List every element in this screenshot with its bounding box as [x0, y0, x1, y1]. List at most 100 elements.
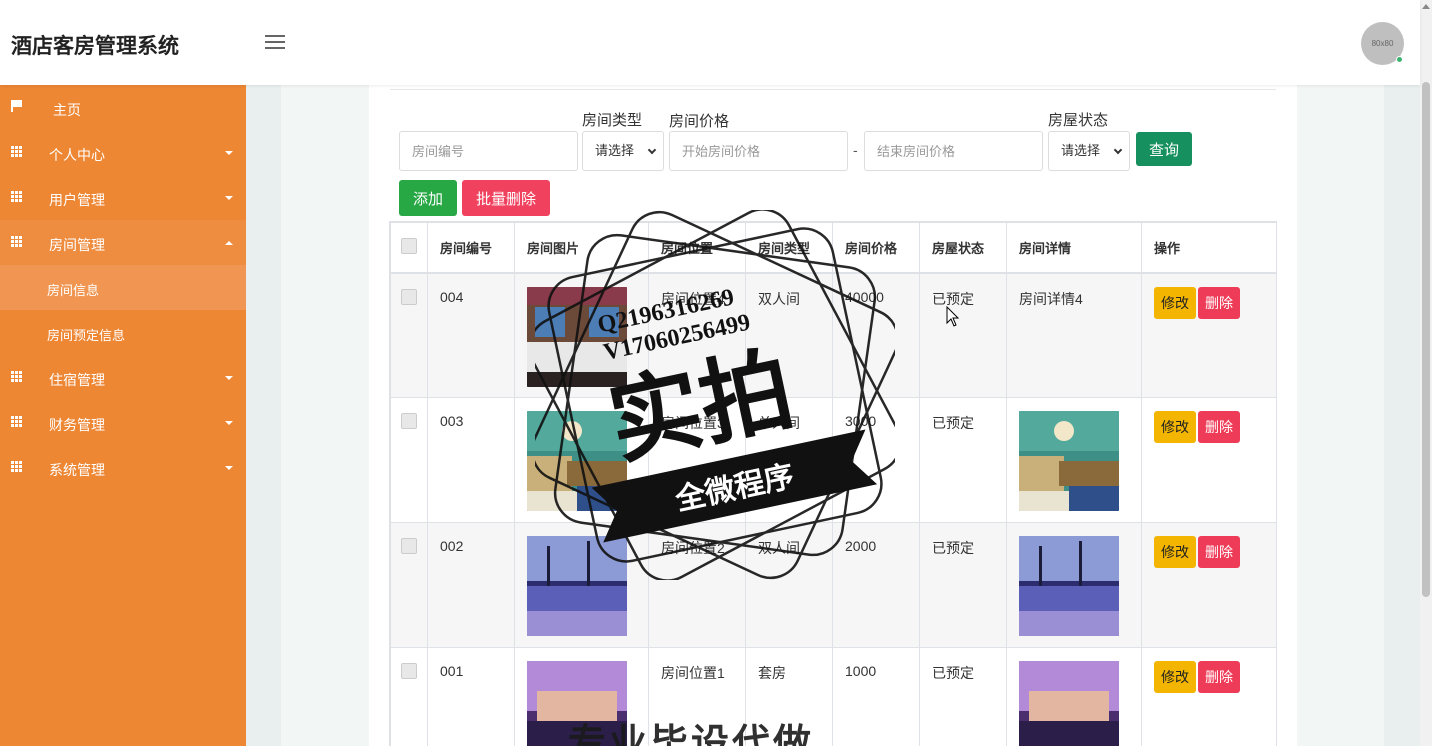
edit-button[interactable]: 修改 — [1154, 286, 1196, 319]
sidebar-item-finance[interactable]: 财务管理 — [0, 400, 246, 445]
cell-room-no: 004 — [427, 272, 515, 398]
sidebar-item-system[interactable]: 系统管理 — [0, 445, 246, 490]
divider — [390, 89, 1276, 90]
table-row: 001 房间位置1 套房 1000 已预定 修改 删除 — [390, 647, 1276, 746]
cell-type: 单人间 — [745, 397, 833, 523]
cell-detail — [1006, 397, 1142, 523]
grid-icon — [11, 461, 23, 472]
avatar[interactable]: 80x80 — [1361, 22, 1404, 65]
column-header[interactable]: 房间编号 — [427, 222, 515, 274]
grid-icon — [11, 371, 23, 382]
caret-down-icon — [225, 151, 233, 155]
status-label: 房屋状态 — [1048, 112, 1109, 129]
cell-detail — [1006, 522, 1142, 648]
cell-room-image — [514, 397, 649, 523]
cell-room-no: 002 — [427, 522, 515, 648]
sidebar-item-label: 用户管理 — [49, 192, 105, 208]
row-select-cell — [390, 272, 428, 398]
sidebar-item-label: 住宿管理 — [49, 372, 105, 388]
detail-photo[interactable] — [1019, 536, 1119, 636]
status-select[interactable]: 请选择 — [1048, 131, 1130, 171]
delete-button[interactable]: 删除 — [1198, 411, 1240, 443]
sidebar-item-label: 系统管理 — [49, 462, 105, 478]
column-header[interactable]: 房间价格 — [832, 222, 920, 274]
row-select-cell — [390, 397, 428, 523]
status-selected: 请选择 — [1061, 143, 1101, 158]
caret-down-icon — [225, 196, 233, 200]
online-status-icon — [1396, 56, 1403, 63]
edit-button[interactable]: 修改 — [1154, 411, 1196, 443]
sidebar-item-profile[interactable]: 个人中心 — [0, 130, 246, 175]
cell-actions: 修改 删除 — [1141, 397, 1276, 523]
cell-price: 2000 — [832, 522, 920, 648]
column-header[interactable]: 房间类型 — [745, 222, 833, 274]
top-bar: 酒店客房管理系统 80x80 — [0, 0, 1420, 85]
sidebar-subitem-label: 房间信息 — [47, 283, 100, 298]
cell-room-no: 001 — [427, 647, 515, 746]
row-checkbox[interactable] — [401, 413, 417, 429]
cell-actions: 修改 删除 — [1141, 272, 1276, 398]
flag-icon — [11, 100, 23, 112]
sidebar-item-label: 财务管理 — [49, 417, 105, 433]
select-all-checkbox[interactable] — [401, 237, 417, 254]
delete-button[interactable]: 删除 — [1198, 286, 1240, 319]
price-end-input[interactable] — [864, 131, 1043, 171]
price-separator: - — [853, 142, 858, 158]
table-row: 002 房间位置2 双人间 2000 已预定 修改 删除 — [390, 522, 1276, 648]
sidebar-item-label: 房间管理 — [49, 237, 105, 253]
chevron-down-icon — [647, 145, 657, 155]
cell-status: 已预定 — [919, 272, 1007, 398]
query-button[interactable]: 查询 — [1136, 132, 1192, 166]
scroll-up-icon[interactable] — [1422, 4, 1430, 9]
row-checkbox[interactable] — [401, 663, 417, 679]
edit-button[interactable]: 修改 — [1154, 536, 1196, 568]
cell-detail: 房间详情4 — [1006, 272, 1142, 398]
sidebar-item-lodging[interactable]: 住宿管理 — [0, 355, 246, 400]
cell-status: 已预定 — [919, 647, 1007, 746]
room-type-selected: 请选择 — [595, 143, 635, 158]
sidebar-item-home[interactable]: 主页 — [0, 85, 246, 130]
delete-button[interactable]: 删除 — [1198, 661, 1240, 693]
row-select-cell — [390, 522, 428, 648]
room-photo[interactable] — [527, 536, 627, 636]
delete-button[interactable]: 删除 — [1198, 536, 1240, 568]
menu-toggle-icon[interactable] — [265, 35, 285, 51]
room-no-input[interactable] — [399, 131, 578, 171]
column-header[interactable]: 房间详情 — [1006, 222, 1142, 274]
table-row: 004 房间位置4 双人间 40000 已预定 房间详情4 修改 删除 — [390, 272, 1276, 398]
add-button[interactable]: 添加 — [399, 180, 457, 216]
column-header[interactable]: 房间图片 — [514, 222, 649, 274]
table-header-row: 房间编号 房间图片 房间位置 房间类型 房间价格 房屋状态 房间详情 操作 — [390, 222, 1276, 274]
batch-delete-button[interactable]: 批量删除 — [462, 180, 550, 216]
cell-type: 双人间 — [745, 272, 833, 398]
cell-status: 已预定 — [919, 397, 1007, 523]
sidebar-item-users[interactable]: 用户管理 — [0, 175, 246, 220]
room-photo[interactable] — [527, 411, 627, 511]
table-row: 003 房间位置3 单人间 3000 已预定 修改 删除 — [390, 397, 1276, 523]
grid-icon — [11, 146, 23, 157]
cell-actions: 修改 删除 — [1141, 647, 1276, 746]
row-checkbox[interactable] — [401, 538, 417, 554]
sidebar-item-rooms[interactable]: 房间管理 — [0, 220, 246, 265]
scrollbar-thumb[interactable] — [1422, 82, 1430, 597]
cell-room-image — [514, 272, 649, 398]
cell-detail — [1006, 647, 1142, 746]
column-header[interactable]: 操作 — [1141, 222, 1276, 274]
column-header[interactable]: 房屋状态 — [919, 222, 1007, 274]
sidebar-subitem-room-booking[interactable]: 房间预定信息 — [0, 310, 246, 355]
page-scrollbar[interactable] — [1420, 0, 1432, 746]
avatar-placeholder-text: 80x80 — [1371, 39, 1394, 48]
sidebar-subitem-room-info[interactable]: 房间信息 — [0, 265, 246, 310]
room-type-select[interactable]: 请选择 — [582, 131, 664, 171]
detail-photo[interactable] — [1019, 661, 1119, 746]
room-photo[interactable] — [527, 286, 627, 387]
price-start-input[interactable] — [669, 131, 848, 171]
sidebar-item-label: 主页 — [53, 102, 81, 118]
grid-icon — [11, 416, 23, 427]
row-checkbox[interactable] — [401, 288, 417, 305]
edit-button[interactable]: 修改 — [1154, 661, 1196, 693]
column-header[interactable]: 房间位置 — [648, 222, 746, 274]
detail-photo[interactable] — [1019, 411, 1119, 511]
cell-location: 房间位置4 — [648, 272, 746, 398]
row-select-cell — [390, 647, 428, 746]
